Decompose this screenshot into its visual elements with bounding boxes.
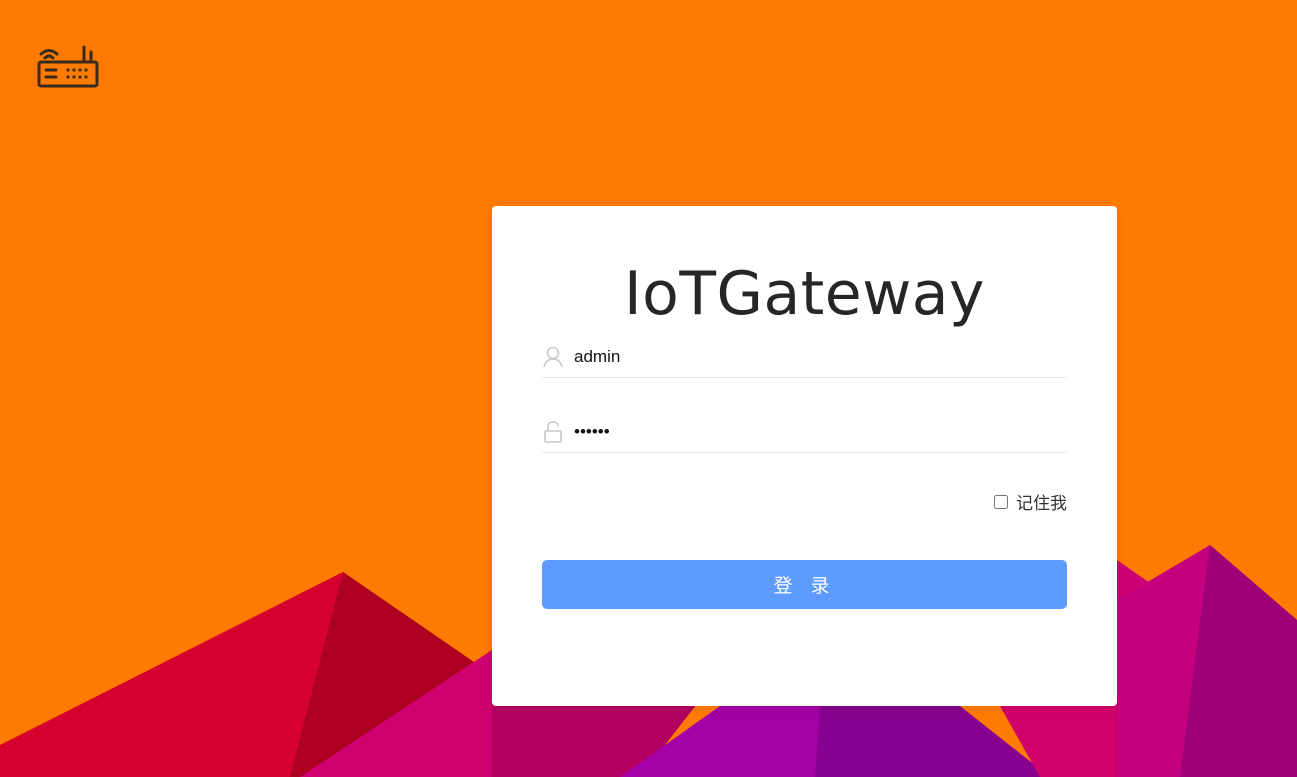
- lock-icon: [544, 421, 562, 443]
- login-page: IoTGateway 记住我 登 录: [0, 0, 1297, 777]
- password-field-row: [542, 418, 1067, 453]
- remember-me-label[interactable]: 记住我: [1016, 489, 1067, 514]
- password-input[interactable]: [574, 418, 1054, 446]
- login-card: IoTGateway 记住我 登 录: [492, 206, 1117, 706]
- app-title: IoTGateway: [623, 259, 986, 329]
- router-icon: [37, 45, 99, 88]
- username-input[interactable]: [574, 343, 1054, 371]
- login-button[interactable]: 登 录: [542, 560, 1067, 609]
- remember-me: 记住我: [994, 489, 1067, 514]
- remember-me-checkbox[interactable]: [994, 494, 1008, 509]
- user-icon: [543, 346, 563, 368]
- username-field-row: [542, 343, 1067, 378]
